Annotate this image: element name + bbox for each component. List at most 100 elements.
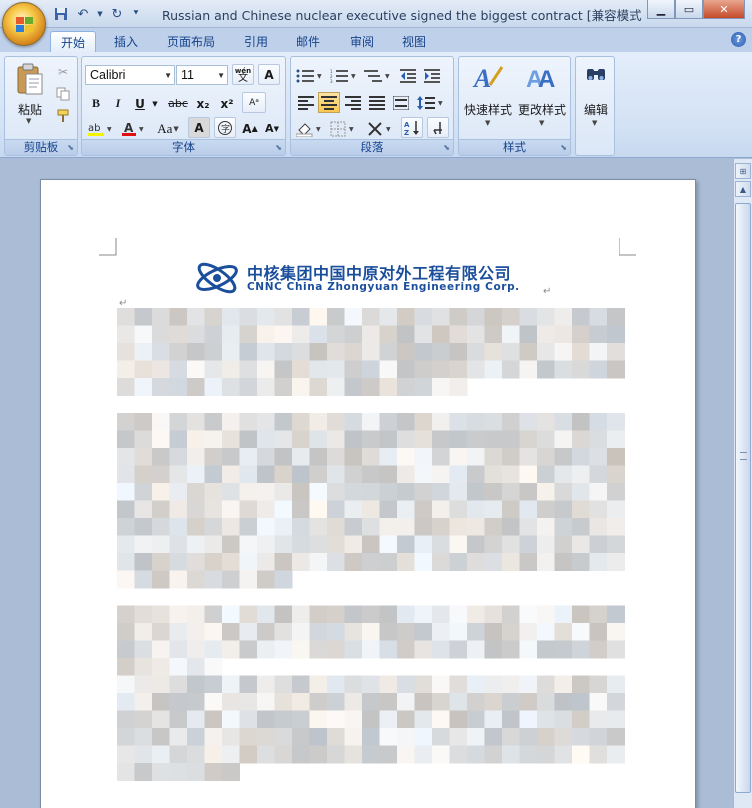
phonetic-guide-button[interactable]: wén 文: [232, 64, 254, 85]
undo-icon[interactable]: ↶: [74, 5, 92, 23]
character-shading-icon: A: [194, 120, 204, 135]
bullets-icon: ▼: [296, 69, 322, 82]
svg-text:▼: ▼: [316, 126, 321, 133]
styles-launcher-icon[interactable]: ⬊: [560, 143, 567, 152]
quick-styles-label: 快速样式: [463, 103, 512, 117]
editing-button[interactable]: 编辑 ▼: [579, 61, 613, 131]
bold-button[interactable]: B: [86, 93, 106, 114]
enclose-characters-button[interactable]: 字: [214, 117, 236, 138]
vertical-scrollbar[interactable]: ⊞ ▲: [733, 159, 752, 808]
grow-font-button[interactable]: A ▲: [240, 118, 260, 139]
svg-text:▼: ▼: [107, 126, 112, 133]
font-launcher-icon[interactable]: ⬊: [275, 143, 282, 152]
repeat-icon[interactable]: ↻: [108, 5, 126, 23]
tab-page-layout[interactable]: 页面布局: [158, 31, 224, 52]
svg-text:▼: ▼: [349, 126, 354, 133]
font-size-combo[interactable]: 11 ▼: [176, 65, 228, 85]
cut-button[interactable]: ✂: [53, 61, 73, 82]
multilevel-list-button[interactable]: ▼: [363, 65, 393, 86]
format-painter-button[interactable]: [53, 105, 73, 126]
save-icon[interactable]: [52, 5, 70, 23]
tab-home[interactable]: 开始: [50, 31, 96, 52]
line-spacing-button[interactable]: ▼: [415, 92, 447, 113]
close-icon: ✕: [719, 2, 729, 16]
cnnc-atom-logo-icon: [196, 262, 238, 294]
align-right-button[interactable]: [342, 92, 364, 113]
tab-mailings[interactable]: 邮件: [286, 31, 330, 52]
increase-indent-button[interactable]: [421, 65, 443, 86]
borders-button[interactable]: ▼: [329, 118, 359, 139]
scissors-icon: ✂: [57, 64, 69, 79]
clear-formatting-button[interactable]: Aᵃ: [242, 92, 266, 113]
customize-qat-icon[interactable]: ⯆: [130, 5, 142, 23]
align-left-button[interactable]: [295, 92, 317, 113]
paste-button[interactable]: 粘贴 ▼: [13, 61, 47, 125]
shading-icon: ▼: [296, 122, 321, 137]
svg-text:▼: ▼: [139, 126, 144, 133]
scroll-up-button[interactable]: ▲: [735, 181, 751, 197]
scrollbar-thumb[interactable]: [735, 203, 751, 793]
italic-button[interactable]: I: [108, 93, 128, 114]
tab-view[interactable]: 视图: [392, 31, 436, 52]
align-center-icon: [321, 95, 337, 110]
align-center-button[interactable]: [318, 92, 340, 113]
clipboard-launcher-icon[interactable]: ⬊: [67, 143, 74, 152]
document-area[interactable]: 中核集团中国中原对外工程有限公司 CNNC China Zhongyuan En…: [0, 159, 733, 808]
obscured-body-text: [117, 308, 625, 781]
change-case-button[interactable]: Aa ▼: [152, 118, 184, 139]
show-hide-marks-button[interactable]: [427, 117, 449, 138]
paragraph-launcher-icon[interactable]: ⬊: [443, 143, 450, 152]
change-styles-button[interactable]: A A 更改样式 ▼: [516, 61, 568, 129]
shrink-font-button[interactable]: A ▼: [262, 118, 282, 139]
undo-dropdown-icon[interactable]: ▼: [96, 5, 104, 23]
highlight-button[interactable]: ab ▼: [86, 118, 116, 139]
sort-icon: AZ: [404, 120, 419, 136]
font-name-combo[interactable]: Calibri ▼: [85, 65, 175, 85]
paste-icon: [17, 63, 43, 95]
character-shading-button[interactable]: A: [188, 117, 210, 138]
svg-text:▼: ▼: [351, 73, 356, 80]
tab-review[interactable]: 审阅: [340, 31, 384, 52]
format-painter-icon: [57, 109, 69, 122]
minimize-button[interactable]: ▁: [647, 0, 675, 19]
superscript-button[interactable]: x²: [216, 93, 238, 114]
tab-references[interactable]: 引用: [234, 31, 278, 52]
maximize-icon: ▭: [683, 2, 695, 16]
decrease-indent-button[interactable]: [397, 65, 419, 86]
maximize-button[interactable]: ▭: [675, 0, 703, 19]
underline-dropdown-icon[interactable]: ▼: [150, 93, 160, 114]
help-icon[interactable]: ?: [731, 32, 746, 47]
font-size-value: 11: [181, 68, 194, 82]
editing-label: 编辑: [583, 103, 608, 117]
paragraph-mark-icon: ↵: [543, 286, 552, 297]
shading-button[interactable]: ▼: [295, 118, 325, 139]
close-button[interactable]: ✕: [703, 0, 745, 19]
editing-group: 编辑 ▼: [575, 56, 615, 156]
line-spacing-icon: ▼: [417, 95, 443, 110]
justify-button[interactable]: [366, 92, 388, 113]
font-name-dropdown-icon: ▼: [164, 71, 172, 80]
office-button[interactable]: [2, 2, 46, 46]
strikethrough-button[interactable]: abc: [166, 93, 190, 114]
enclose-characters-icon: 字: [218, 120, 232, 135]
ruler-toggle-icon[interactable]: ⊞: [735, 163, 751, 179]
tab-insert[interactable]: 插入: [104, 31, 148, 52]
shrink-font-icon: A: [265, 122, 274, 135]
chinese-layout-button[interactable]: ▼: [365, 118, 397, 139]
character-border-button[interactable]: A: [258, 64, 280, 85]
bullets-button[interactable]: ▼: [295, 65, 325, 86]
underline-button[interactable]: U: [130, 93, 150, 114]
subscript-button[interactable]: x₂: [192, 93, 214, 114]
quick-styles-button[interactable]: A 快速样式 ▼: [462, 61, 514, 129]
font-color-button[interactable]: A ▼: [120, 118, 148, 139]
styles-group-label: 样式: [459, 139, 570, 155]
distributed-button[interactable]: [390, 92, 412, 113]
grow-font-icon: A: [242, 121, 252, 136]
change-styles-label: 更改样式: [517, 103, 566, 117]
highlight-icon: ab ▼: [88, 123, 112, 136]
document-page[interactable]: 中核集团中国中原对外工程有限公司 CNNC China Zhongyuan En…: [40, 179, 696, 808]
sort-button[interactable]: AZ: [401, 117, 423, 138]
quick-access-toolbar: ↶ ▼ ↻ ⯆: [52, 5, 142, 23]
copy-button[interactable]: [53, 83, 73, 104]
numbering-button[interactable]: 1 2 3 ▼: [329, 65, 359, 86]
